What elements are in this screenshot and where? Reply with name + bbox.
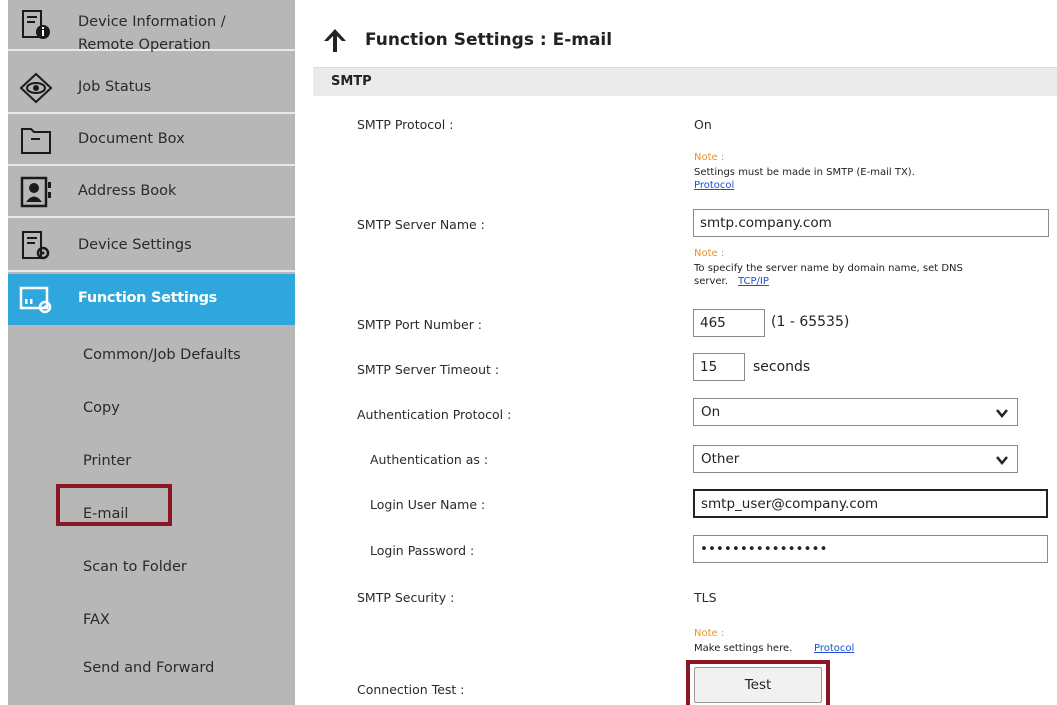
sidebar-gap — [295, 0, 313, 705]
email-highlight-box — [56, 484, 172, 526]
smtp-security-value: TLS — [694, 590, 717, 605]
sidebar-subitem-fax[interactable]: FAX — [8, 593, 295, 646]
sidebar-item-device-information[interactable]: Device Information / Remote Operation — [8, 0, 295, 53]
note-title: Note : — [694, 248, 725, 259]
chevron-down-icon — [996, 456, 1008, 465]
note-title: Note : — [694, 152, 725, 163]
sidebar-subitem-scan-to-folder[interactable]: Scan to Folder — [8, 540, 295, 593]
page-title: Function Settings : E-mail — [365, 30, 613, 50]
login-user-label: Login User Name : — [370, 497, 486, 512]
sidebar-item-label: Document Box — [78, 131, 185, 147]
device-settings-icon — [22, 230, 50, 259]
sidebar-item-address-book[interactable]: Address Book — [8, 167, 295, 218]
sidebar-item-label: Device Settings — [78, 237, 192, 253]
smtp-protocol-value: On — [694, 117, 712, 132]
sidebar-item-label: Function Settings — [78, 290, 218, 306]
chevron-down-icon — [996, 409, 1008, 418]
page-header: Function Settings : E-mail — [313, 0, 1057, 67]
note-text: Settings must be made in SMTP (E-mail TX… — [694, 167, 915, 178]
sidebar-subitem-label: FAX — [83, 611, 110, 628]
sidebar-item-label: Job Status — [78, 79, 152, 95]
arrow-up-icon[interactable] — [322, 27, 348, 53]
sidebar-item-label: Address Book — [78, 183, 177, 199]
port-range: (1 - 65535) — [771, 314, 850, 330]
smtp-server-name-label: SMTP Server Name : — [357, 217, 485, 232]
sidebar-subitem-label: Send and Forward — [83, 659, 215, 676]
sidebar-item-function-settings[interactable]: Function Settings — [8, 274, 295, 325]
sidebar: Device Information / Remote Operation Jo… — [8, 0, 295, 705]
note-text: server. — [694, 276, 728, 287]
smtp-security-label: SMTP Security : — [357, 590, 455, 605]
sidebar-subitem-printer[interactable]: Printer — [8, 434, 295, 487]
select-value: Other — [701, 451, 740, 467]
smtp-timeout-input[interactable] — [693, 353, 745, 381]
sidebar-item-label: Device Information / — [78, 14, 226, 30]
protocol-link[interactable]: Protocol — [814, 642, 854, 655]
address-book-icon — [20, 176, 51, 207]
login-password-label: Login Password : — [370, 543, 475, 558]
select-value: On — [701, 404, 721, 420]
sidebar-subitem-send-and-forward[interactable]: Send and Forward — [8, 641, 295, 694]
smtp-port-label: SMTP Port Number : — [357, 317, 483, 332]
sidebar-subitem-label: Common/Job Defaults — [83, 346, 241, 363]
sidebar-item-job-status[interactable]: Job Status — [8, 63, 295, 114]
section-title: SMTP — [331, 74, 372, 89]
sidebar-subitem-copy[interactable]: Copy — [8, 381, 295, 434]
test-button[interactable]: Test — [694, 667, 822, 703]
smtp-protocol-label: SMTP Protocol : — [357, 117, 454, 132]
auth-as-select[interactable]: Other — [693, 445, 1018, 473]
smtp-server-name-input[interactable] — [693, 209, 1049, 237]
smtp-port-input[interactable] — [693, 309, 765, 337]
connection-test-label: Connection Test : — [357, 682, 465, 697]
section-header-smtp: SMTP — [313, 67, 1057, 96]
sidebar-item-label: Remote Operation — [78, 37, 211, 53]
sidebar-item-document-box[interactable]: Document Box — [8, 115, 295, 166]
protocol-link[interactable]: Protocol — [694, 179, 734, 192]
eye-icon — [19, 72, 53, 103]
tcpip-link[interactable]: TCP/IP — [738, 275, 769, 288]
function-settings-icon — [19, 286, 52, 313]
smtp-timeout-label: SMTP Server Timeout : — [357, 362, 500, 377]
sidebar-subitem-label: Copy — [83, 399, 120, 416]
sidebar-item-device-settings[interactable]: Device Settings — [8, 221, 295, 272]
document-box-icon — [21, 127, 51, 154]
sidebar-subitem-label: Scan to Folder — [83, 558, 187, 575]
note-text: Make settings here. — [694, 643, 793, 654]
login-password-input[interactable] — [693, 535, 1048, 563]
auth-protocol-select[interactable]: On — [693, 398, 1018, 426]
note-text: To specify the server name by domain nam… — [694, 263, 963, 274]
sidebar-subitem-label: Printer — [83, 452, 132, 469]
device-info-icon — [22, 9, 50, 39]
auth-protocol-label: Authentication Protocol : — [357, 407, 512, 422]
auth-as-label: Authentication as : — [370, 452, 489, 467]
login-user-input[interactable] — [693, 489, 1048, 518]
sidebar-subitem-common-job-defaults[interactable]: Common/Job Defaults — [8, 328, 295, 381]
timeout-unit: seconds — [753, 359, 811, 375]
note-title: Note : — [694, 628, 725, 639]
